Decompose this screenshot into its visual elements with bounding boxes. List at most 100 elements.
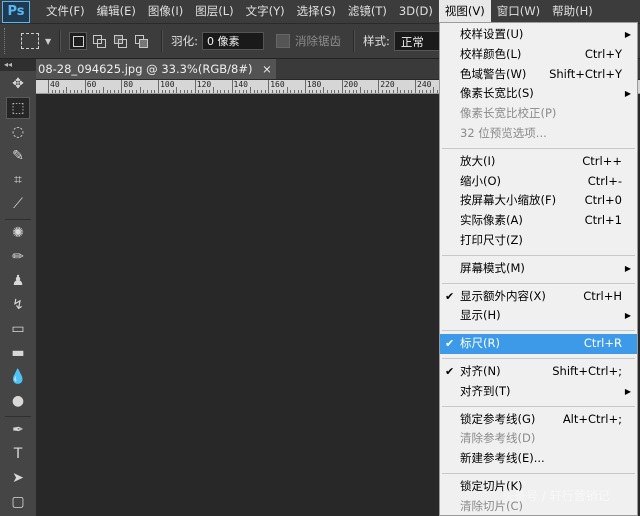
view-menu-item[interactable]: ✔ 标尺(R) Ctrl+R [440, 334, 637, 354]
view-menu-item: 像素长宽比校正(P) [440, 104, 637, 124]
options-grip[interactable] [4, 28, 11, 54]
spot-heal-tool-icon[interactable]: ✺ [6, 222, 30, 244]
menu-2[interactable]: 图像(I) [142, 0, 189, 23]
menu-6[interactable]: 滤镜(T) [342, 0, 393, 23]
intersect-selection-button[interactable] [132, 32, 150, 50]
tool-divider [5, 219, 31, 220]
ruler-minor-tick [147, 90, 149, 93]
menu-9[interactable]: 窗口(W) [491, 0, 546, 23]
menu-10[interactable]: 帮助(H) [546, 0, 599, 23]
ruler-minor-tick [301, 90, 303, 93]
ruler-minor-tick [66, 87, 68, 93]
view-menu-item[interactable]: 屏幕模式(M) ▶ [440, 259, 637, 279]
ruler-minor-tick [429, 90, 431, 93]
ruler-major-tick [415, 80, 416, 93]
rect-marquee-preset-icon[interactable] [21, 33, 39, 49]
view-menu-item[interactable]: 打印尺寸(Z) [440, 231, 637, 251]
ruler-minor-tick [51, 90, 53, 93]
gradient-tool-icon[interactable]: ▬ [6, 342, 30, 364]
view-menu-item[interactable]: 像素长宽比(S) ▶ [440, 84, 637, 104]
menu-4[interactable]: 文字(Y) [240, 0, 291, 23]
view-menu-item-label: 校样设置(U) [460, 27, 524, 41]
clone-stamp-tool-icon[interactable]: ♟ [6, 270, 30, 292]
view-menu-item[interactable]: 校样颜色(L) Ctrl+Y [440, 45, 637, 65]
lasso-tool-icon[interactable]: ◌ [6, 121, 30, 143]
quick-select-tool-icon[interactable]: ✎ [6, 145, 30, 167]
subtract-selection-icon [114, 35, 128, 48]
menu-8[interactable]: 视图(V) [438, 0, 491, 23]
watermark-text: 头条号 / 轩行营销记 [502, 489, 610, 503]
view-menu-item-label: 显示额外内容(X) [460, 288, 546, 303]
ruler-minor-tick [128, 90, 130, 93]
view-menu-item[interactable]: 校样设置(U) ▶ [440, 25, 637, 45]
ruler-minor-tick [246, 90, 248, 93]
view-menu-item[interactable]: 缩小(O) Ctrl+- [440, 172, 637, 192]
ruler-minor-tick [165, 90, 167, 93]
view-menu-item[interactable]: 按屏幕大小缩放(F) Ctrl+0 [440, 191, 637, 211]
ruler-minor-tick [95, 90, 97, 93]
new-selection-button[interactable] [69, 32, 88, 50]
menu-0[interactable]: 文件(F) [40, 0, 91, 23]
close-tab-icon[interactable]: × [262, 62, 272, 76]
menu-3[interactable]: 图层(L) [189, 0, 239, 23]
view-menu-item[interactable]: 新建参考线(E)... [440, 449, 637, 469]
dodge-tool-icon[interactable]: ● [6, 390, 30, 412]
path-select-tool-icon[interactable]: ➤ [6, 467, 30, 489]
intersect-selection-icon [135, 35, 149, 48]
move-tool-icon[interactable]: ✥ [6, 73, 30, 95]
subtract-from-selection-button[interactable] [111, 32, 129, 50]
view-menu-item-label: 屏幕模式(M) [460, 260, 525, 275]
ruler-minor-tick [319, 90, 321, 93]
view-menu-item[interactable]: 实际像素(A) Ctrl+1 [440, 211, 637, 231]
submenu-arrow-icon: ▶ [624, 263, 631, 273]
menu-1[interactable]: 编辑(E) [91, 0, 142, 23]
crop-tool-icon[interactable]: ⌗ [6, 169, 30, 191]
view-menu-item[interactable]: 锁定参考线(G) Alt+Ctrl+; [440, 410, 637, 430]
tools-panel-header[interactable]: ◂◂ [0, 59, 36, 71]
view-menu-item[interactable]: 色域警告(W) Shift+Ctrl+Y [440, 65, 637, 85]
view-menu-item-label: 色域警告(W) [460, 66, 527, 81]
menu-7[interactable]: 3D(D) [393, 0, 439, 23]
tools-panel: ◂◂ ✥ ⬚ ◌ ✎ ⌗ ⟋ ✺ ✏ ♟ ↯ ▭ ▬ 💧 ● ✒ T ➤ ▢ [0, 59, 37, 516]
ruler-minor-tick [312, 90, 314, 93]
checkmark-icon: ✔ [445, 289, 455, 303]
preset-dropdown-icon[interactable]: ▼ [45, 37, 51, 46]
eraser-tool-icon[interactable]: ▭ [6, 318, 30, 340]
ruler-minor-tick [106, 90, 108, 93]
shortcut-label: Ctrl+- [587, 173, 622, 188]
ruler-minor-tick [356, 90, 358, 93]
view-menu-item[interactable]: ✔ 显示额外内容(X) Ctrl+H [440, 287, 637, 307]
ruler-minor-tick [400, 90, 402, 93]
brush-tool-icon[interactable]: ✏ [6, 246, 30, 268]
ruler-minor-tick [99, 90, 101, 93]
blur-tool-icon[interactable]: 💧 [6, 366, 30, 388]
menu-separator [442, 282, 635, 284]
ruler-minor-tick [227, 90, 229, 93]
rect-marquee-tool-icon[interactable]: ⬚ [6, 97, 30, 119]
ruler-minor-tick [396, 87, 398, 93]
document-tab[interactable]: 08-28_094625.jpg @ 33.3%(RGB/8#) × [36, 59, 279, 79]
ruler-minor-tick [422, 90, 424, 93]
eyedropper-tool-icon[interactable]: ⟋ [6, 193, 30, 215]
ruler-minor-tick [198, 90, 200, 93]
ruler-minor-tick [370, 90, 372, 93]
add-to-selection-button[interactable] [90, 32, 108, 50]
view-menu-item[interactable]: 对齐到(T) ▶ [440, 382, 637, 402]
history-brush-tool-icon[interactable]: ↯ [6, 294, 30, 316]
shape-tool-icon[interactable]: ▢ [6, 491, 30, 513]
menu-separator [442, 330, 635, 332]
menu-5[interactable]: 选择(S) [291, 0, 342, 23]
type-tool-icon[interactable]: T [6, 443, 30, 465]
antialias-checkbox[interactable] [276, 34, 291, 48]
view-menu-item[interactable]: ✔ 对齐(N) Shift+Ctrl+; [440, 362, 637, 382]
feather-input[interactable]: 0 像素 [202, 32, 265, 50]
view-menu-item-label: 新建参考线(E)... [460, 451, 545, 466]
shortcut-label: Alt+Ctrl+; [562, 411, 622, 426]
view-menu-item[interactable]: 放大(I) Ctrl++ [440, 152, 637, 172]
view-menu-item[interactable]: 显示(H) ▶ [440, 306, 637, 326]
view-menu-item-label: 对齐(N) [460, 363, 501, 378]
ruler-minor-tick [132, 90, 134, 93]
ruler-minor-tick [150, 90, 152, 93]
pen-tool-icon[interactable]: ✒ [6, 419, 30, 441]
ruler-label: 220 [380, 80, 395, 89]
